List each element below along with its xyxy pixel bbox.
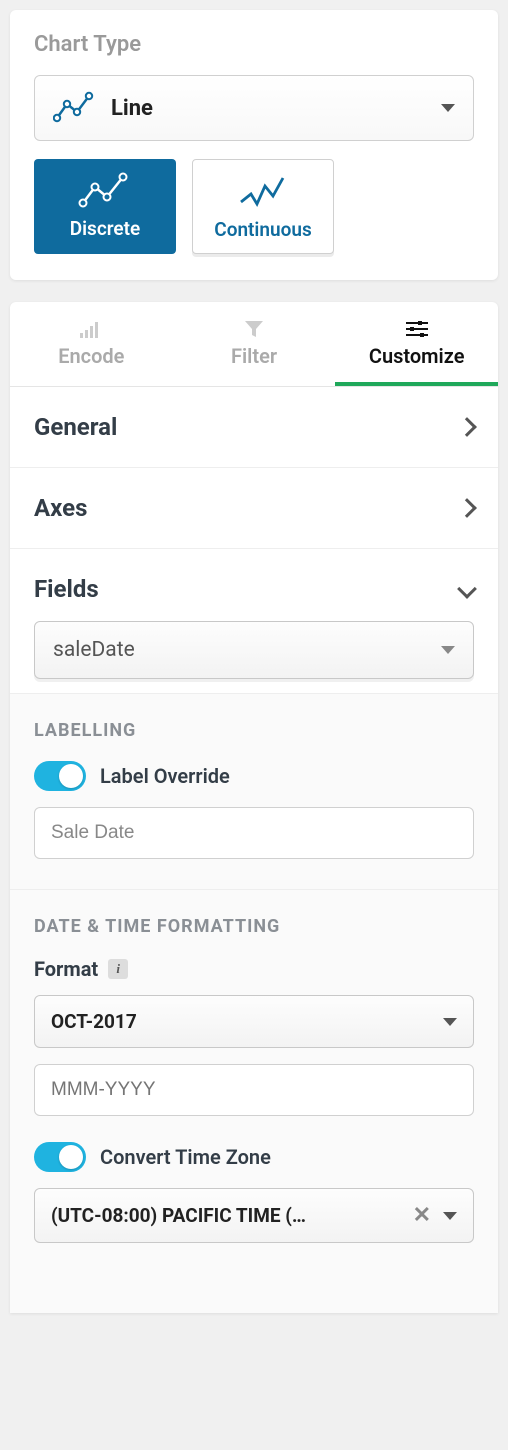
accordion-axes[interactable]: Axes bbox=[10, 468, 498, 549]
convert-timezone-toggle[interactable] bbox=[34, 1142, 86, 1172]
line-chart-icon bbox=[53, 90, 97, 126]
tab-encode[interactable]: Encode bbox=[10, 302, 173, 386]
datetime-heading: DATE & TIME FORMATTING bbox=[34, 916, 474, 937]
chart-type-panel: Chart Type Line Discrete bbox=[10, 10, 498, 280]
labelling-section: LABELLING Label Override bbox=[10, 693, 498, 889]
field-select-dropdown[interactable]: saleDate bbox=[34, 621, 474, 679]
chart-type-dropdown[interactable]: Line bbox=[34, 75, 474, 141]
label-override-input[interactable] bbox=[34, 807, 474, 859]
timezone-dropdown[interactable]: (UTC-08:00) PACIFIC TIME (… ✕ bbox=[34, 1188, 474, 1243]
datetime-section: DATE & TIME FORMATTING Format i OCT-2017… bbox=[10, 889, 498, 1313]
encode-icon bbox=[80, 320, 102, 338]
chevron-right-icon bbox=[457, 417, 477, 437]
accordion-general[interactable]: General bbox=[10, 387, 498, 468]
tab-filter-label: Filter bbox=[231, 344, 277, 368]
tab-customize-label: Customize bbox=[369, 344, 465, 368]
chevron-right-icon bbox=[457, 498, 477, 518]
chart-type-selected: Line bbox=[111, 96, 441, 121]
accordion-axes-label: Axes bbox=[34, 494, 87, 522]
chart-type-heading: Chart Type bbox=[34, 32, 474, 57]
chart-mode-row: Discrete Continuous bbox=[34, 159, 474, 254]
continuous-line-icon bbox=[235, 172, 291, 212]
accordion-general-label: General bbox=[34, 413, 117, 441]
customize-icon bbox=[406, 320, 428, 338]
mode-discrete-button[interactable]: Discrete bbox=[34, 159, 176, 254]
caret-down-icon bbox=[441, 104, 455, 112]
format-pattern-input[interactable] bbox=[34, 1064, 474, 1116]
format-value: OCT-2017 bbox=[51, 1010, 137, 1033]
convert-timezone-label: Convert Time Zone bbox=[100, 1145, 271, 1169]
filter-icon bbox=[244, 320, 264, 338]
discrete-line-icon bbox=[77, 171, 133, 211]
label-override-text: Label Override bbox=[100, 764, 230, 788]
caret-down-icon bbox=[443, 1018, 457, 1026]
mode-continuous-button[interactable]: Continuous bbox=[192, 159, 334, 254]
field-select-value: saleDate bbox=[53, 638, 135, 662]
accordion-fields[interactable]: Fields bbox=[10, 549, 498, 621]
tab-customize[interactable]: Customize bbox=[335, 302, 498, 386]
info-icon[interactable]: i bbox=[108, 959, 128, 979]
settings-tabs: Encode Filter Customize bbox=[10, 302, 498, 387]
caret-down-icon bbox=[441, 646, 455, 654]
caret-down-icon bbox=[443, 1212, 457, 1220]
format-label: Format bbox=[34, 957, 98, 981]
settings-panel: Encode Filter Customize General Axes bbox=[10, 302, 498, 1313]
label-override-toggle[interactable] bbox=[34, 761, 86, 791]
tab-filter[interactable]: Filter bbox=[173, 302, 336, 386]
timezone-value: (UTC-08:00) PACIFIC TIME (… bbox=[51, 1204, 401, 1227]
clear-icon[interactable]: ✕ bbox=[413, 1203, 431, 1228]
mode-continuous-label: Continuous bbox=[214, 218, 311, 241]
tab-encode-label: Encode bbox=[58, 344, 124, 368]
mode-discrete-label: Discrete bbox=[70, 217, 140, 240]
labelling-heading: LABELLING bbox=[34, 720, 474, 741]
accordion-fields-label: Fields bbox=[34, 575, 99, 603]
format-dropdown[interactable]: OCT-2017 bbox=[34, 995, 474, 1048]
chevron-down-icon bbox=[457, 579, 477, 599]
